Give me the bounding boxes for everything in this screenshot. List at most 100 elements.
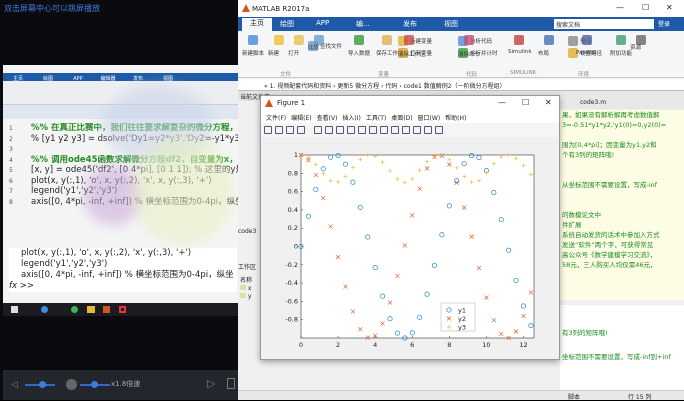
fast-forward-icon[interactable] xyxy=(66,379,77,390)
ribbon-icon xyxy=(382,35,392,45)
ribbon-tab[interactable]: 主页 xyxy=(242,18,272,31)
editor-line: 发送“软件”两个字，可获得常见 xyxy=(562,241,654,249)
ribbon-group-label: SIMULINK xyxy=(510,70,537,76)
taskbar xyxy=(3,303,240,316)
video-frame[interactable]: 主页绘图APP编辑器发布视图 1%% 在真正比赛中，我们往往要求解复杂的微分方程… xyxy=(3,65,240,303)
browser-icon[interactable] xyxy=(41,306,48,313)
play-icon[interactable]: ▷ xyxy=(207,377,215,390)
editor-line: 件扩展 xyxy=(562,221,582,229)
command-line: 有3列的矩阵哦! xyxy=(562,329,608,337)
ribbon-icon xyxy=(354,35,364,45)
workspace-var[interactable]: y xyxy=(240,293,251,300)
ribbon-button[interactable]: 清除工作区 xyxy=(398,50,426,58)
command-prompt[interactable]: fx >> xyxy=(9,281,237,292)
figure-window[interactable]: Figure 1 — ☐ ✕ 文件(F) 编辑(E) 查看(V) 插入(I) 工具(T)… xyxy=(260,95,560,360)
legend-label: y3 xyxy=(458,324,466,332)
video-player[interactable]: 双击屏幕中心可以跳屏播放 主页绘图APP编辑器发布视图 1%% 在真正比赛中，我… xyxy=(0,0,240,400)
line-number: 3 xyxy=(9,146,13,153)
editor-line: 高公众号《数学建模学习交流》， xyxy=(562,251,657,259)
workspace-header: 工作区 xyxy=(238,264,257,271)
x-tick-label: 12 xyxy=(519,341,527,349)
ribbon-tab[interactable]: 视图 xyxy=(444,19,458,29)
ribbon-icon xyxy=(404,35,414,45)
y-tick-label: 0.6 xyxy=(288,188,298,196)
minimize-button[interactable]: — xyxy=(616,3,624,12)
ribbon-button[interactable]: 比较 xyxy=(308,43,319,51)
ribbon-button[interactable]: 附加功能 xyxy=(610,49,632,57)
address-bar[interactable]: « 1. 视频配套代码和资料 › 更新5 微分方程 › 代码 › code1 数… xyxy=(238,79,684,91)
axes-box xyxy=(300,154,535,339)
line-number: 6 xyxy=(9,177,13,185)
editor-line: 从坐标范围不需要设置，写成-inf xyxy=(562,181,658,189)
ribbon-tab[interactable]: APP xyxy=(316,19,329,27)
x-tick-label: 4 xyxy=(373,341,377,349)
editor-line: 围为[0,4*pi]；因变量为y1,y2和 xyxy=(562,141,657,149)
ribbon-icon xyxy=(616,35,626,45)
y-tick-label: 0 xyxy=(294,243,298,251)
x-tick-label: 8 xyxy=(447,341,451,349)
ribbon-icon xyxy=(274,35,284,45)
tab-code3[interactable]: code3.m xyxy=(560,91,684,109)
folder-icon[interactable] xyxy=(87,306,95,313)
ribbon-button[interactable]: 资源 xyxy=(630,43,641,51)
command-line xyxy=(562,339,684,351)
x-tick-label: 0 xyxy=(299,341,303,349)
y-tick-label: -0.4 xyxy=(285,279,298,287)
ribbon-icon xyxy=(544,35,554,45)
ribbon-group-label: 文件 xyxy=(280,72,292,78)
windows-start-icon[interactable] xyxy=(11,306,18,313)
y-tick-label: 1 xyxy=(294,151,298,159)
fullscreen-icon[interactable] xyxy=(227,378,235,389)
plot-axes[interactable]: 0 2 4 6 8 10 12 1 0.8 0.6 0.4 0.2 0 -0.2 -0.4 -0.6 -0.8 y… xyxy=(261,96,561,361)
ribbon-tab[interactable]: 编... xyxy=(356,19,370,29)
ribbon-tab[interactable]: 发布 xyxy=(403,19,417,29)
workspace-var[interactable]: x xyxy=(240,285,251,292)
editor-line: 的数模论文中 xyxy=(562,211,601,219)
y-tick-label: -0.2 xyxy=(285,261,298,269)
ribbon-icon xyxy=(248,35,258,45)
ribbon-icon xyxy=(514,35,524,45)
ribbon-button[interactable]: 打开 xyxy=(288,49,299,57)
name-column-header: 名称 xyxy=(240,277,253,284)
ribbon-icon xyxy=(464,35,474,45)
ribbon-button[interactable]: 新建 xyxy=(268,49,279,57)
ribbon-button[interactable]: 新建脚本 xyxy=(242,49,264,57)
ribbon-button[interactable]: 清除命令 xyxy=(458,50,480,58)
speed-handle[interactable] xyxy=(91,381,98,388)
y-tick-label: -0.8 xyxy=(285,316,298,324)
ribbon-button[interactable]: Simulink xyxy=(508,49,532,55)
command-window[interactable]: 有3列的矩阵哦! 坐标范围不需要设置，写成-inf到+inf xyxy=(560,305,684,390)
close-button[interactable]: ✕ xyxy=(666,3,673,12)
ribbon-button[interactable]: Parallel xyxy=(576,50,596,56)
ribbon-icon xyxy=(582,35,592,45)
ribbon-group-label: 环境 xyxy=(578,72,590,78)
file-item-code3[interactable]: code3 xyxy=(238,228,260,235)
line-number: 4 xyxy=(9,156,13,164)
editor-line: 58元，三人购买人均仅需46元， xyxy=(562,261,657,269)
line-number: 8 xyxy=(9,198,13,206)
maximize-button[interactable]: ☐ xyxy=(642,3,649,12)
command-line: plot(x, y(:,1), 'o', x, y(:,2), 'x', y(:… xyxy=(21,248,192,258)
smear-overlay xyxy=(133,135,233,245)
edge-icon[interactable] xyxy=(71,306,78,313)
ribbon: 新建脚本 新建 打开 查找文件 比较 导入数据 保存工作区 新建变量 打开变量 清除工作区 分析代码… xyxy=(238,31,684,78)
x-tick-label: 2 xyxy=(336,341,340,349)
variable-icon xyxy=(240,285,246,290)
ribbon-tab[interactable]: 绘图 xyxy=(280,19,294,29)
search-input[interactable]: 搜索文档 xyxy=(554,19,654,29)
ribbon-button[interactable]: 布局 xyxy=(538,49,549,57)
login-button[interactable]: 登录 xyxy=(658,19,670,28)
legend: y1y2y3 xyxy=(440,302,476,332)
ribbon-icon xyxy=(568,36,578,46)
matlab-icon[interactable] xyxy=(103,306,110,313)
line-number: 7 xyxy=(9,188,13,195)
editor-pane[interactable]: 果，如果没有解析解再考虑数值解 3=-0.51*y1*y2,'y1(0)=0,y2… xyxy=(560,110,684,300)
ribbon-button[interactable]: 导入数据 xyxy=(348,49,370,57)
y-tick-label: 0.2 xyxy=(288,224,298,232)
command-line: axis([0, 4*pi, -inf, +inf]) % 横坐标范围为0-4p… xyxy=(21,270,234,280)
volume-icon[interactable]: ◁ xyxy=(11,380,18,390)
volume-handle[interactable] xyxy=(39,381,46,388)
record-icon[interactable] xyxy=(119,306,126,313)
command-line: 坐标范围不需要设置，写成-inf到+inf xyxy=(562,353,671,361)
